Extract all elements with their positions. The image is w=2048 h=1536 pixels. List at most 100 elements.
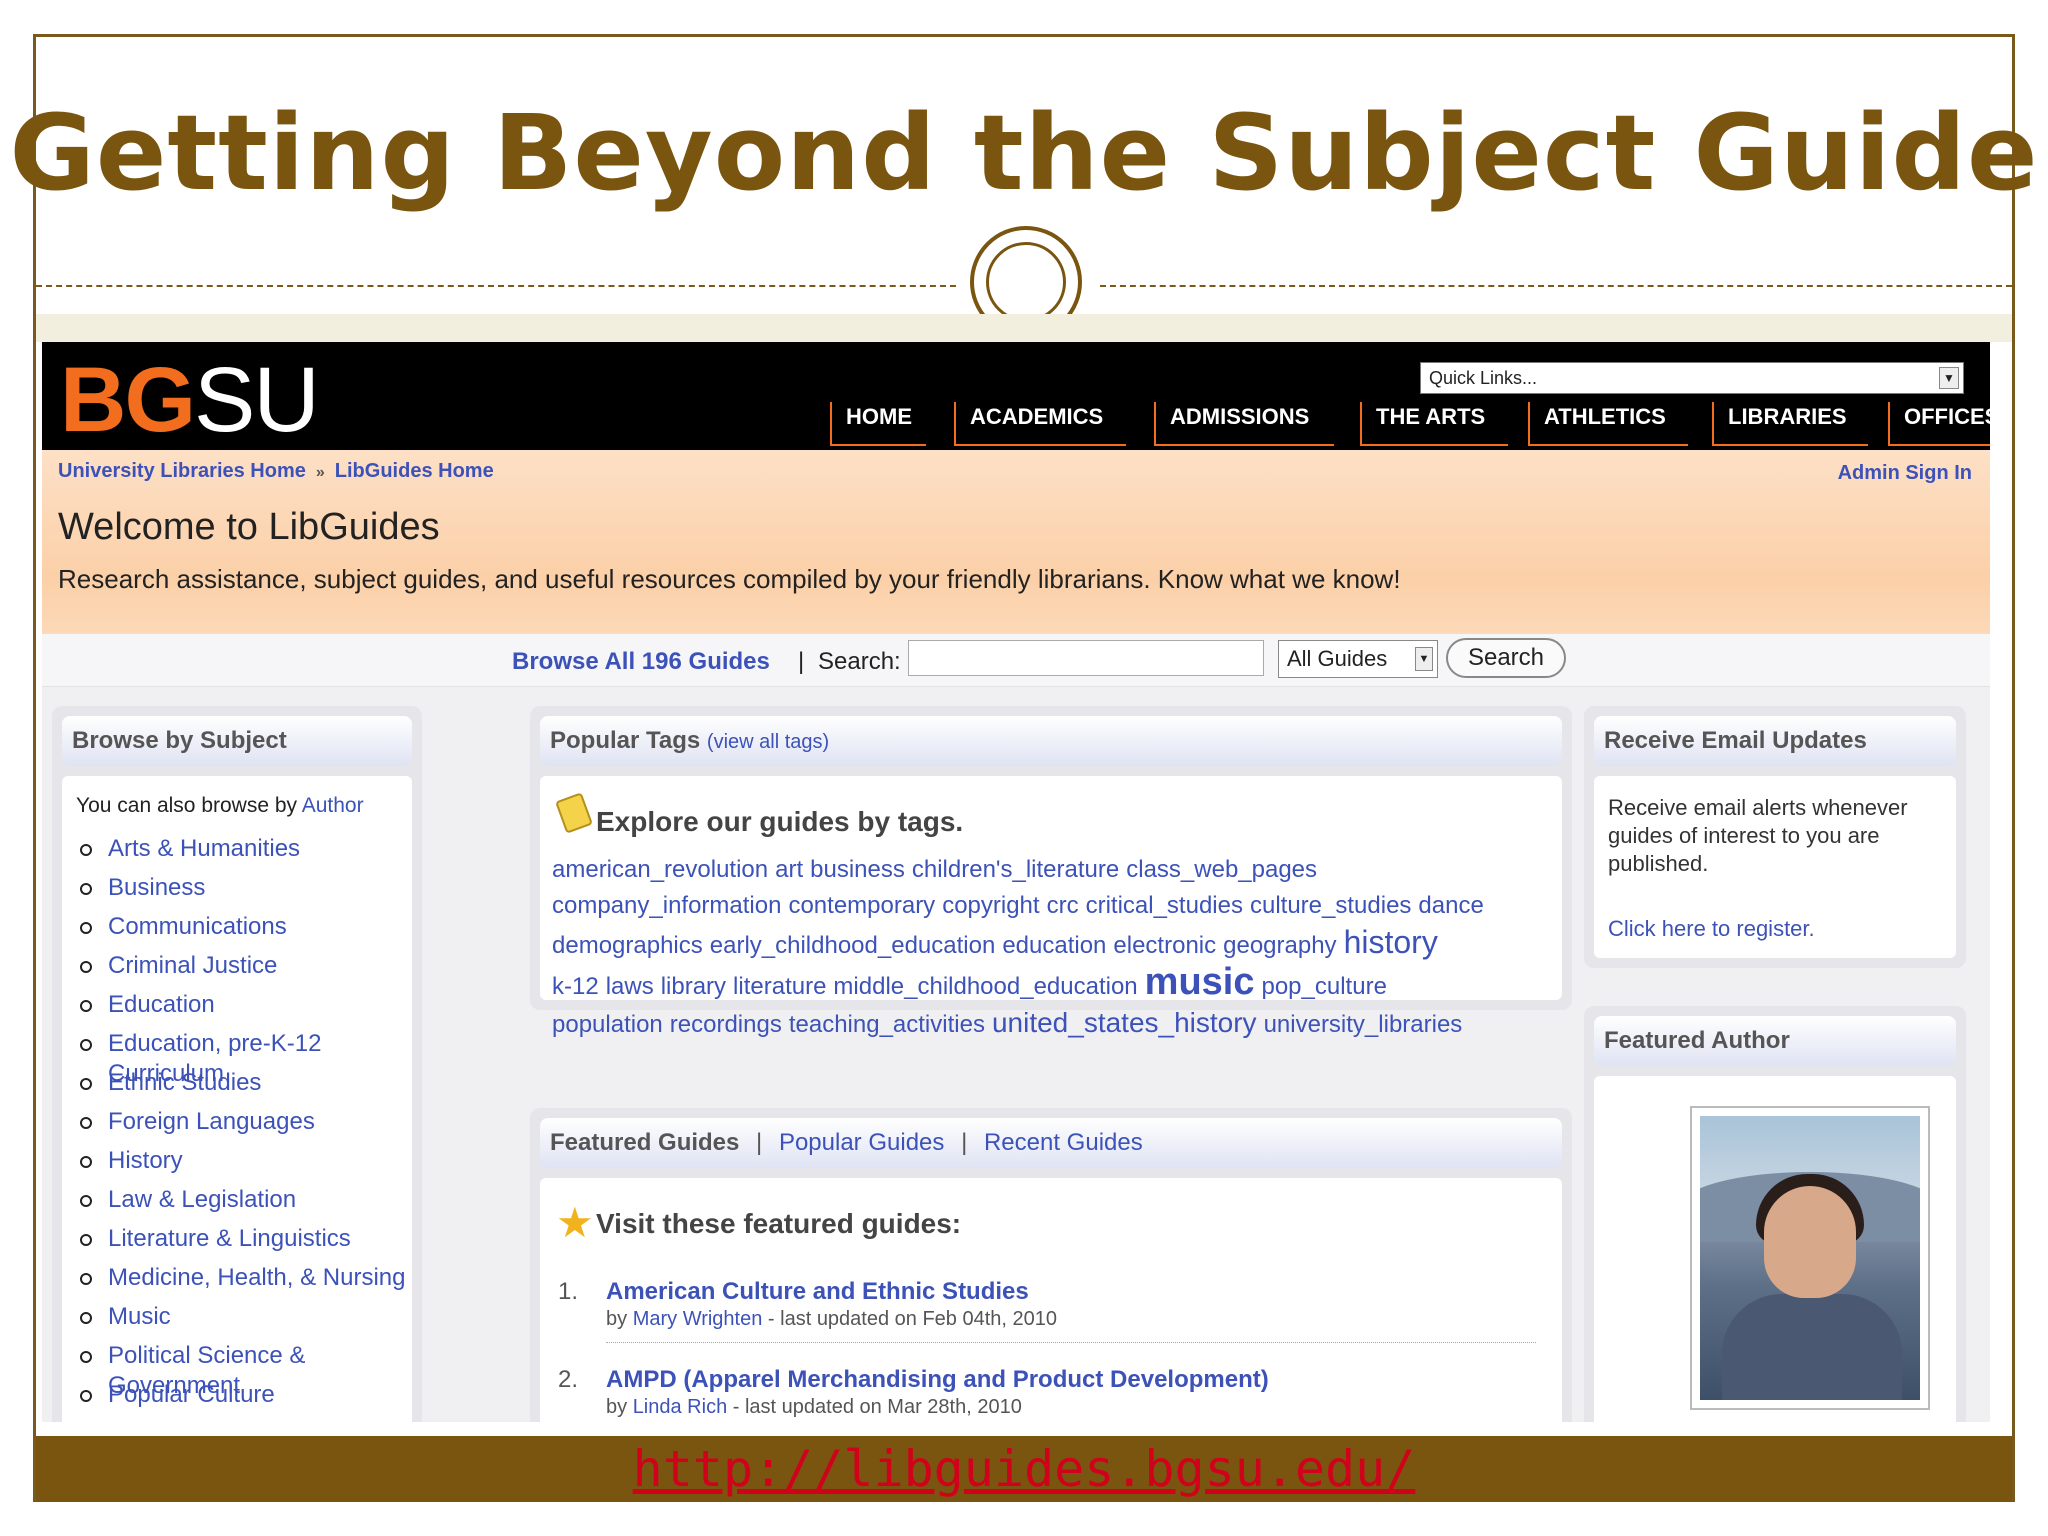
tag-link-history[interactable]: history xyxy=(1344,924,1438,960)
tag-link[interactable]: recordings xyxy=(670,1011,782,1038)
page-tagline: Research assistance, subject guides, and… xyxy=(58,564,1401,594)
subject-item[interactable]: Political Science & Government xyxy=(76,1341,412,1399)
browse-all-guides-link[interactable]: Browse All 196 Guides xyxy=(512,648,770,676)
subject-label: Business xyxy=(108,874,206,901)
welcome-banner: University Libraries Home » LibGuides Home… xyxy=(42,450,1990,634)
tab-popular-guides[interactable]: Popular Guides xyxy=(779,1129,944,1156)
tag-link[interactable]: critical_studies xyxy=(1086,892,1243,919)
subject-label: Education xyxy=(108,991,215,1018)
circle-inner xyxy=(986,242,1066,322)
tag-link[interactable]: population xyxy=(552,1011,663,1038)
tag-line: american_revolution art business children's… xyxy=(552,852,1532,888)
bgsu-logo[interactable]: BGSU xyxy=(60,352,320,448)
view-all-tags-link[interactable]: (view all tags) xyxy=(707,731,829,753)
subject-label: Foreign Languages xyxy=(108,1108,315,1135)
breadcrumb-libguides-home[interactable]: LibGuides Home xyxy=(335,460,494,482)
nav-offices[interactable]: OFFICES xyxy=(1888,402,1990,446)
bullet-icon xyxy=(80,1390,92,1402)
visit-featured-heading: Visit these featured guides: xyxy=(596,1208,962,1239)
tag-link[interactable]: art xyxy=(775,856,803,883)
tag-link[interactable]: copyright xyxy=(942,892,1039,919)
tag-link[interactable]: teaching_activities xyxy=(789,1011,985,1038)
tag-link-music[interactable]: music xyxy=(1145,961,1255,1003)
guide-title-link[interactable]: American Culture and Ethnic Studies xyxy=(606,1278,1029,1306)
subject-item[interactable]: Literature & Linguistics xyxy=(76,1224,412,1263)
tag-link[interactable]: children's_literature xyxy=(912,856,1119,883)
nav-the-arts[interactable]: THE ARTS xyxy=(1360,402,1508,446)
subject-item[interactable]: Criminal Justice xyxy=(76,951,412,990)
tab-featured-guides[interactable]: Featured Guides xyxy=(550,1129,739,1156)
subject-label: Ethnic Studies xyxy=(108,1069,262,1096)
guide-number: 2. xyxy=(558,1366,579,1393)
search-label: Search: xyxy=(818,648,901,675)
slide-title: Getting Beyond the Subject Guide xyxy=(9,92,2039,214)
tag-line: population recordings teaching_activities u… xyxy=(552,1005,1532,1043)
footer-url-link[interactable]: http://libguides.bgsu.edu/ xyxy=(0,1440,2048,1498)
search-separator: | xyxy=(798,648,805,675)
guide-scope-select[interactable]: All Guides ▼ xyxy=(1278,640,1438,678)
guide-author-link[interactable]: Mary Wrighten xyxy=(633,1308,763,1330)
subject-item[interactable]: Music xyxy=(76,1302,412,1341)
admin-sign-in-link[interactable]: Admin Sign In xyxy=(1838,462,1972,485)
popular-tags-title: Popular Tags xyxy=(550,727,701,754)
author-photo[interactable] xyxy=(1690,1106,1930,1410)
subject-label: Medicine, Health, & Nursing xyxy=(108,1264,406,1291)
tag-link[interactable]: crc xyxy=(1047,892,1079,919)
tag-link[interactable]: university_libraries xyxy=(1264,1011,1463,1038)
subject-item[interactable]: Education, pre-K-12 Curriculum xyxy=(76,1029,412,1087)
browse-by-author-link[interactable]: Author xyxy=(302,794,364,817)
subject-item[interactable]: Ethnic Studies xyxy=(76,1068,412,1107)
subject-item[interactable]: Business xyxy=(76,873,412,912)
search-input[interactable] xyxy=(908,640,1264,676)
nav-libraries[interactable]: LIBRARIES xyxy=(1712,402,1868,446)
tag-icon xyxy=(555,792,593,834)
guide-author-link[interactable]: Linda Rich xyxy=(633,1396,728,1418)
subject-item[interactable]: Communications xyxy=(76,912,412,951)
subject-item[interactable]: History xyxy=(76,1146,412,1185)
subject-item[interactable]: Medicine, Health, & Nursing xyxy=(76,1263,412,1302)
tag-link[interactable]: demographics xyxy=(552,932,703,959)
guide-title-link[interactable]: AMPD (Apparel Merchandising and Product … xyxy=(606,1366,1269,1394)
featured-author-body xyxy=(1594,1076,1956,1422)
tag-link[interactable]: culture_studies xyxy=(1250,892,1411,919)
tag-link[interactable]: k-12 xyxy=(552,973,599,1000)
quick-links-select[interactable]: Quick Links... ▼ xyxy=(1420,362,1964,394)
subject-item[interactable]: Law & Legislation xyxy=(76,1185,412,1224)
breadcrumb-libraries-home[interactable]: University Libraries Home xyxy=(58,460,306,482)
tag-link[interactable]: electronic xyxy=(1113,932,1216,959)
nav-athletics[interactable]: ATHLETICS xyxy=(1528,402,1688,446)
bullet-icon xyxy=(80,1273,92,1285)
tag-link[interactable]: business xyxy=(810,856,905,883)
divider-left xyxy=(36,285,956,287)
tag-link[interactable]: education xyxy=(1002,932,1106,959)
nav-admissions[interactable]: ADMISSIONS xyxy=(1154,402,1334,446)
browse-by-subject-heading: Browse by Subject xyxy=(62,716,412,766)
tab-recent-guides[interactable]: Recent Guides xyxy=(984,1129,1143,1156)
register-link[interactable]: Click here to register. xyxy=(1608,916,1815,942)
tag-link[interactable]: contemporary xyxy=(788,892,935,919)
tag-link[interactable]: american_revolution xyxy=(552,856,768,883)
nav-home[interactable]: HOME xyxy=(830,402,926,446)
featured-guides-panel: Featured Guides | Popular Guides | Recen… xyxy=(530,1108,1572,1422)
nav-academics[interactable]: ACADEMICS xyxy=(954,402,1126,446)
tag-link[interactable]: literature xyxy=(733,973,826,1000)
subject-item[interactable]: Popular Culture xyxy=(76,1380,412,1419)
tag-link[interactable]: geography xyxy=(1223,932,1336,959)
search-button[interactable]: Search xyxy=(1446,638,1566,678)
tag-line: k-12 laws library literature middle_childhoo… xyxy=(552,961,1532,1005)
tag-link[interactable]: early_childhood_education xyxy=(710,932,996,959)
tag-link[interactable]: library xyxy=(661,973,726,1000)
subject-item[interactable]: Arts & Humanities xyxy=(76,834,412,873)
tag-line: demographics early_childhood_education edu… xyxy=(552,924,1532,964)
tag-link-united-states-history[interactable]: united_states_history xyxy=(992,1007,1257,1038)
subject-item[interactable]: Foreign Languages xyxy=(76,1107,412,1146)
bullet-icon xyxy=(80,1234,92,1246)
tag-link[interactable]: pop_culture xyxy=(1261,973,1386,1000)
tag-link[interactable]: dance xyxy=(1418,892,1483,919)
subject-item[interactable]: Education xyxy=(76,990,412,1029)
tag-link[interactable]: company_information xyxy=(552,892,781,919)
beige-band xyxy=(36,314,2012,342)
tag-link[interactable]: laws xyxy=(606,973,654,1000)
tag-link[interactable]: class_web_pages xyxy=(1126,856,1317,883)
tag-link[interactable]: middle_childhood_education xyxy=(833,973,1137,1000)
